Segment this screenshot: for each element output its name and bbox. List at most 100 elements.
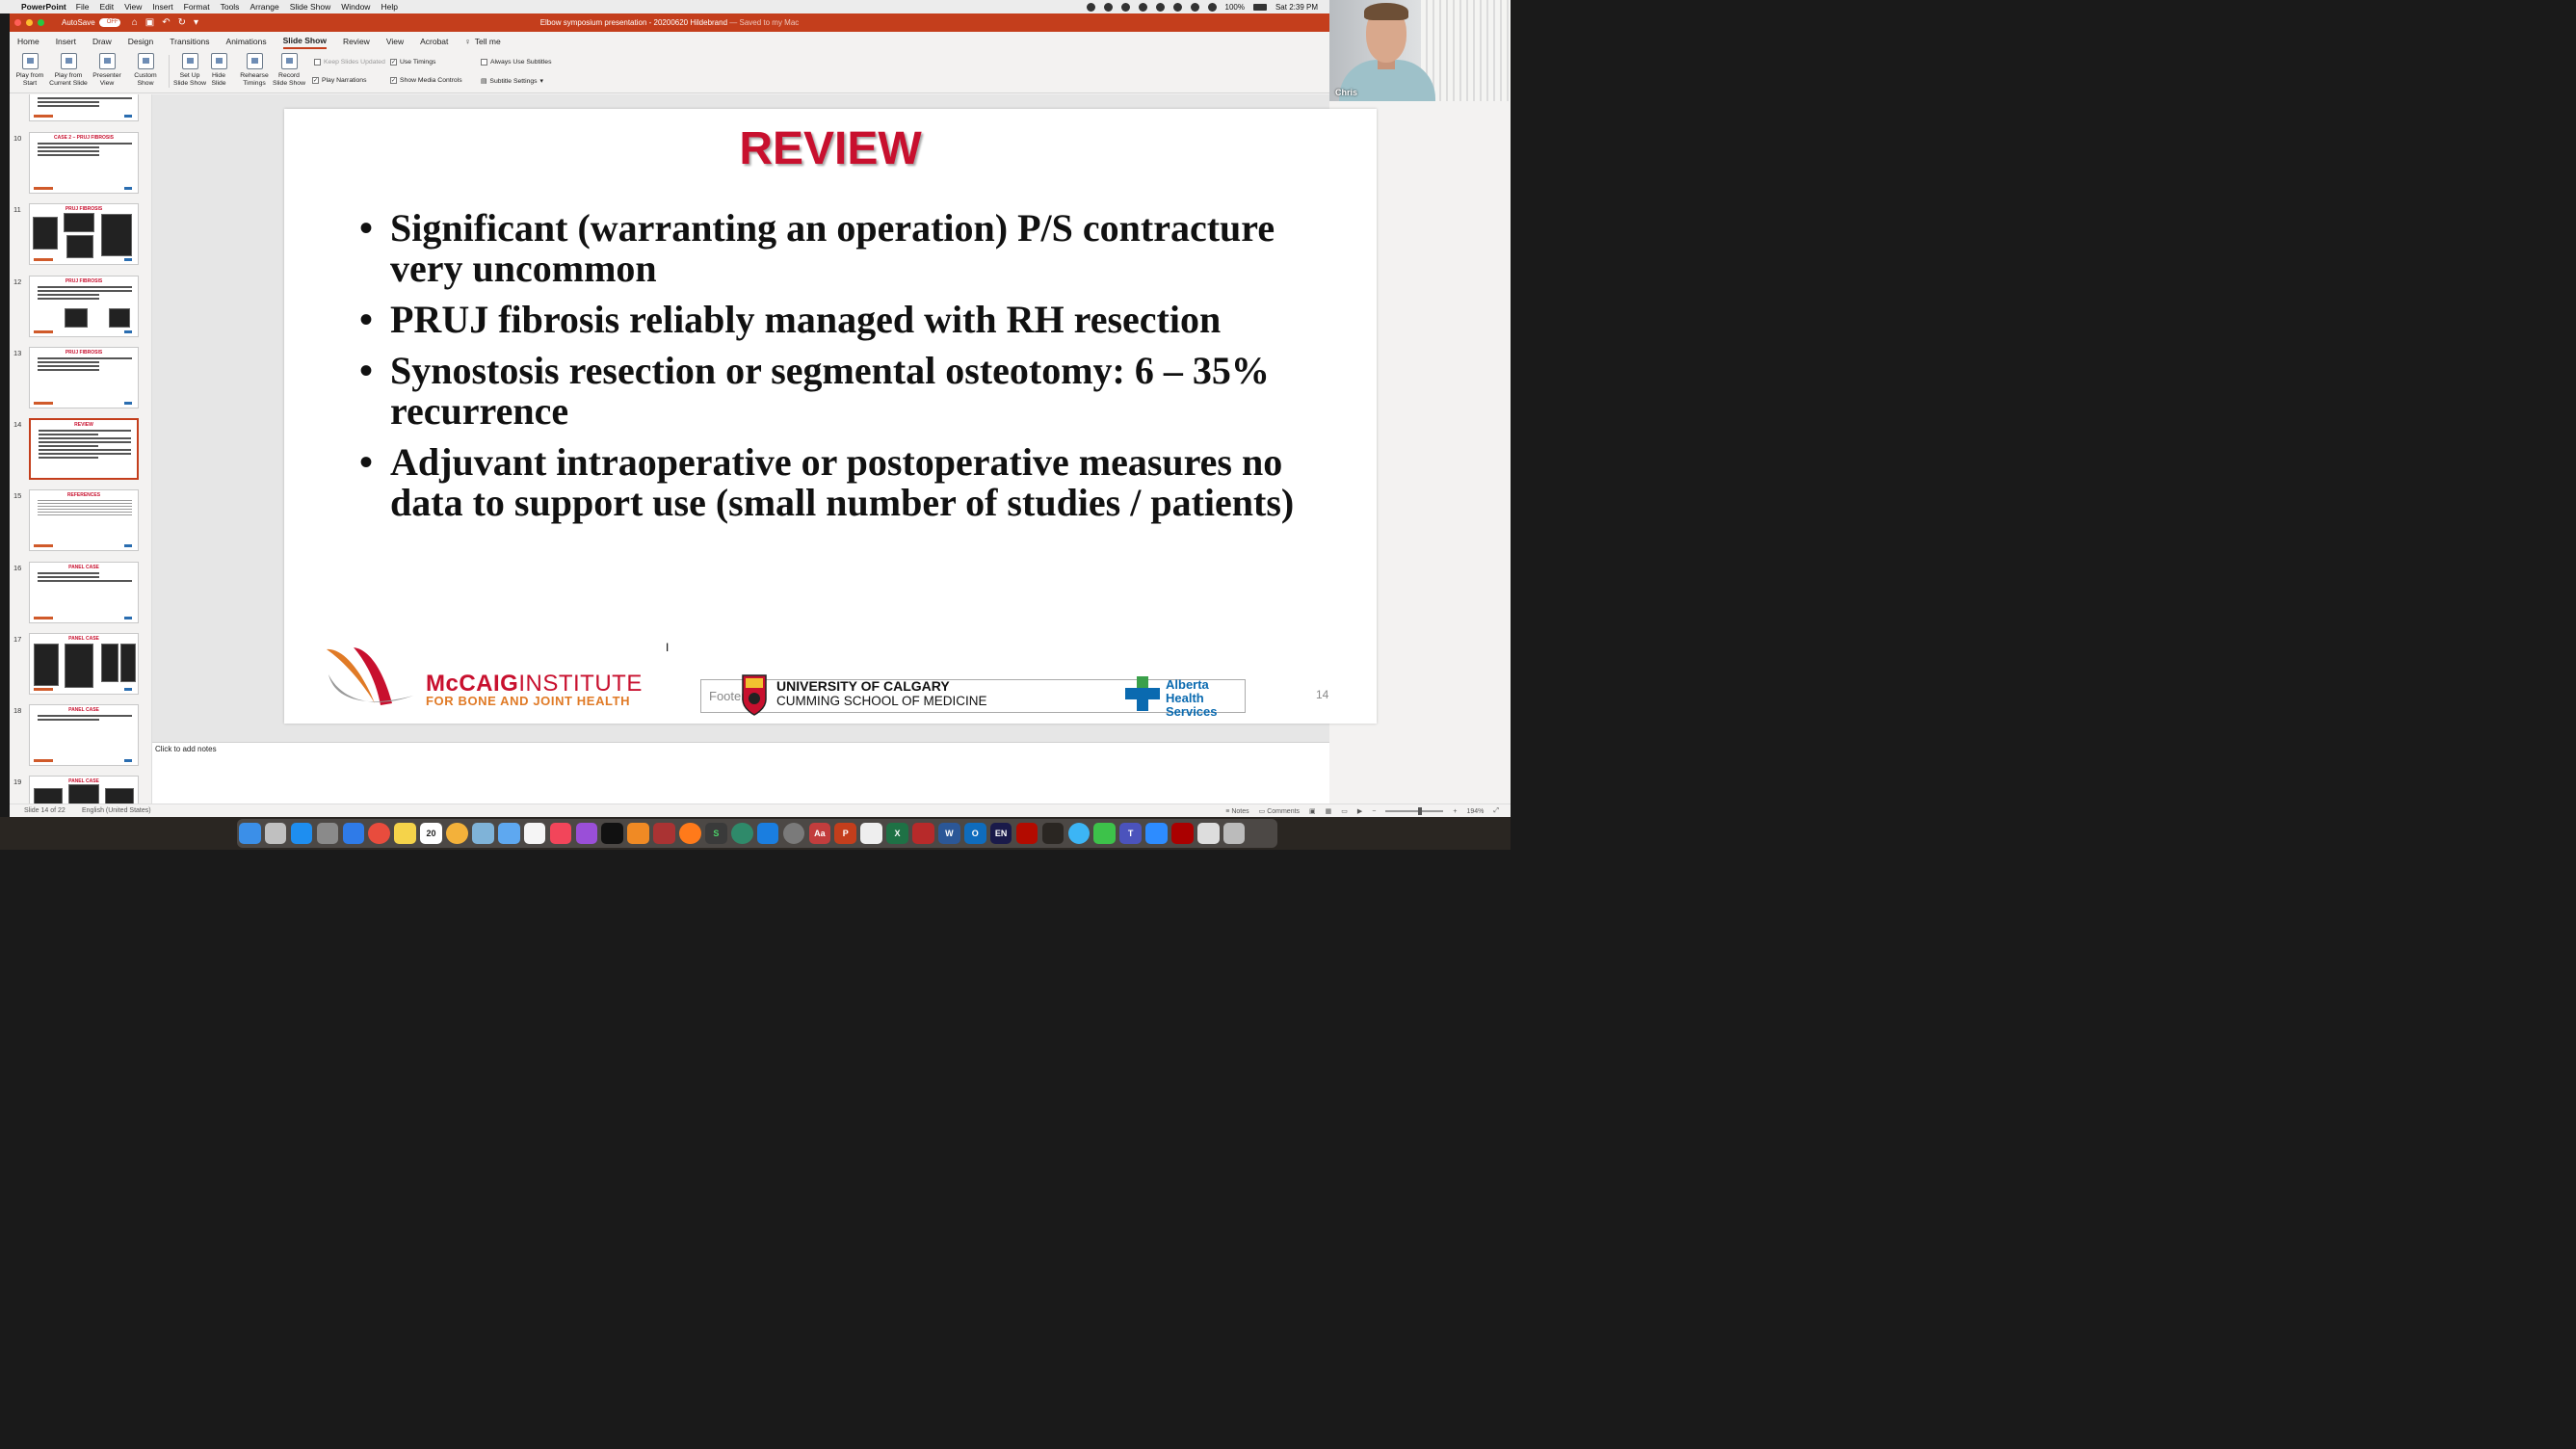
slide-thumbnail[interactable]: 16 PANEL CASE	[12, 562, 146, 625]
undo-icon[interactable]: ↶	[162, 17, 170, 28]
firefox-icon[interactable]	[679, 822, 701, 845]
tab-insert[interactable]: Insert	[56, 35, 76, 48]
photos-icon[interactable]	[446, 822, 468, 845]
books-icon[interactable]	[627, 822, 649, 845]
preview-icon[interactable]	[472, 822, 494, 845]
slide-thumbnail[interactable]: 18 PANEL CASE	[12, 704, 146, 768]
save-icon[interactable]: ▣	[145, 17, 154, 28]
tab-home[interactable]: Home	[17, 35, 39, 48]
zoom-window-icon[interactable]	[38, 19, 44, 26]
slide-thumbnail[interactable]: 10 CASE 2 – PRUJ FIBROSIS	[12, 132, 146, 196]
tab-view[interactable]: View	[386, 35, 404, 48]
redo-icon[interactable]: ↻	[178, 17, 186, 28]
zoom-out-icon[interactable]: −	[1372, 808, 1376, 815]
slide-thumbnail[interactable]: 12 PRUJ FIBROSIS	[12, 276, 146, 339]
normal-view-icon[interactable]: ▣	[1309, 807, 1316, 815]
mail-icon[interactable]	[497, 822, 520, 845]
slide-thumbnail[interactable]: 11 PRUJ FIBROSIS	[12, 203, 146, 267]
menu-view[interactable]: View	[124, 2, 142, 12]
tab-transitions[interactable]: Transitions	[170, 35, 209, 48]
outlook-icon[interactable]: O	[963, 822, 986, 845]
subtitle-settings-dropdown[interactable]: ▤ Subtitle Settings ▾	[481, 77, 543, 86]
rocket-icon[interactable]	[316, 822, 339, 845]
menu-format[interactable]: Format	[184, 2, 210, 12]
slide-sorter-icon[interactable]: ▦	[1326, 807, 1332, 815]
teams-icon[interactable]: T	[1119, 822, 1142, 845]
zoom-slider-thumb[interactable]	[1418, 807, 1423, 815]
notes-icon[interactable]	[394, 822, 416, 845]
facetime-icon[interactable]	[1093, 822, 1116, 845]
menu-tools[interactable]: Tools	[221, 2, 240, 12]
safari-icon[interactable]	[342, 822, 365, 845]
zoom-in-icon[interactable]: +	[1453, 808, 1457, 815]
language-icon[interactable]: EN	[989, 822, 1012, 845]
time-machine-icon[interactable]	[1172, 2, 1182, 12]
clock[interactable]: Sat 2:39 PM	[1275, 3, 1318, 12]
scrivener-icon[interactable]: S	[705, 822, 727, 845]
powerpoint-icon[interactable]: P	[834, 822, 857, 845]
tab-animations[interactable]: Animations	[226, 35, 267, 48]
sync-icon[interactable]	[1138, 2, 1147, 12]
bluetooth-icon[interactable]	[1190, 2, 1199, 12]
comments-button[interactable]: ▭ Comments	[1259, 807, 1300, 815]
airplay-icon[interactable]	[1155, 2, 1165, 12]
bullet-item[interactable]: Adjuvant intraoperative or postoperative…	[359, 442, 1342, 523]
app-store-icon[interactable]	[290, 822, 313, 845]
current-slide[interactable]: REVIEW Significant (warranting an operat…	[284, 109, 1377, 724]
zoom-icon[interactable]	[1145, 822, 1168, 845]
zoom-level[interactable]: 194%	[1466, 808, 1484, 815]
xcode-icon[interactable]	[756, 822, 779, 845]
wifi-icon[interactable]	[1207, 2, 1217, 12]
play-narrations-checkbox[interactable]: ✓ Play Narrations	[312, 77, 366, 84]
slide-editor-canvas[interactable]: REVIEW Significant (warranting an operat…	[152, 94, 1377, 742]
keep-slides-updated-checkbox[interactable]: Keep Slides Updated	[314, 59, 385, 66]
slideshow-view-icon[interactable]: ▶	[1357, 807, 1362, 815]
slide-thumbnail[interactable]: 15 REFERENCES	[12, 489, 146, 553]
menu-arrange[interactable]: Arrange	[250, 2, 278, 12]
zoom-slider[interactable]	[1385, 807, 1444, 815]
word-icon[interactable]: W	[938, 822, 960, 845]
use-timings-checkbox[interactable]: ✓ Use Timings	[390, 59, 435, 66]
system-preferences-icon[interactable]	[782, 822, 805, 845]
play-from-start-button[interactable]: Play from Start	[15, 53, 44, 88]
slide-thumbnails-pane[interactable]: 10 CASE 2 – PRUJ FIBROSIS 11 PRUJ FIBROS…	[10, 94, 152, 804]
slide-thumbnail-selected[interactable]: 14 REVIEW	[12, 418, 146, 482]
dropbox-icon[interactable]	[1086, 2, 1095, 12]
slide-thumbnail[interactable]: 13 PRUJ FIBROSIS	[12, 347, 146, 410]
bullet-item[interactable]: PRUJ fibrosis reliably managed with RH r…	[359, 300, 1342, 341]
menu-insert[interactable]: Insert	[152, 2, 172, 12]
files-icon[interactable]	[1196, 822, 1220, 845]
set-up-slide-show-button[interactable]: Set Up Slide Show	[171, 53, 208, 88]
menu-slide-show[interactable]: Slide Show	[290, 2, 331, 12]
tell-me-box[interactable]: ♀ Tell me	[464, 35, 500, 48]
notes-pane[interactable]: Click to add notes	[152, 742, 1329, 804]
launchpad-icon[interactable]	[264, 822, 287, 845]
time-machine-icon[interactable]	[730, 822, 753, 845]
messages-icon[interactable]	[1067, 822, 1091, 845]
bullet-item[interactable]: Synostosis resection or segmental osteot…	[359, 351, 1342, 432]
mendeley-icon[interactable]	[912, 822, 934, 845]
slide-thumbnail[interactable]: 17 PANEL CASE	[12, 633, 146, 697]
presenter-view-button[interactable]: Presenter View	[91, 53, 123, 88]
notes-button[interactable]: ≡ Notes	[1225, 808, 1249, 815]
slide-thumbnail[interactable]: 19 PANEL CASE	[12, 776, 146, 804]
tab-design[interactable]: Design	[128, 35, 153, 48]
podcasts-icon[interactable]	[575, 822, 598, 845]
finder-icon[interactable]	[239, 822, 261, 845]
customize-qat-icon[interactable]: ▾	[194, 17, 198, 28]
play-from-current-button[interactable]: Play from Current Slide	[48, 53, 89, 88]
fit-slide-icon[interactable]: ⤢	[1493, 807, 1499, 815]
tab-acrobat[interactable]: Acrobat	[420, 35, 448, 48]
footer-placeholder[interactable]: Footer UNIVERSITY OF CALGARY CUMMING SCH…	[700, 674, 1246, 719]
language-indicator[interactable]: English (United States)	[82, 807, 151, 814]
record-icon[interactable]	[1120, 2, 1130, 12]
always-use-subtitles-checkbox[interactable]: Always Use Subtitles	[481, 59, 551, 66]
pdf-icon[interactable]	[1171, 822, 1194, 845]
bullet-item[interactable]: Significant (warranting an operation) P/…	[359, 208, 1342, 289]
slide-thumbnail[interactable]	[12, 94, 146, 123]
menu-window[interactable]: Window	[341, 2, 370, 12]
video-call-thumbnail[interactable]: Chris	[1329, 0, 1511, 101]
acrobat-icon[interactable]	[1015, 822, 1038, 845]
slide-title[interactable]: REVIEW	[284, 122, 1377, 175]
menu-help[interactable]: Help	[381, 2, 397, 12]
